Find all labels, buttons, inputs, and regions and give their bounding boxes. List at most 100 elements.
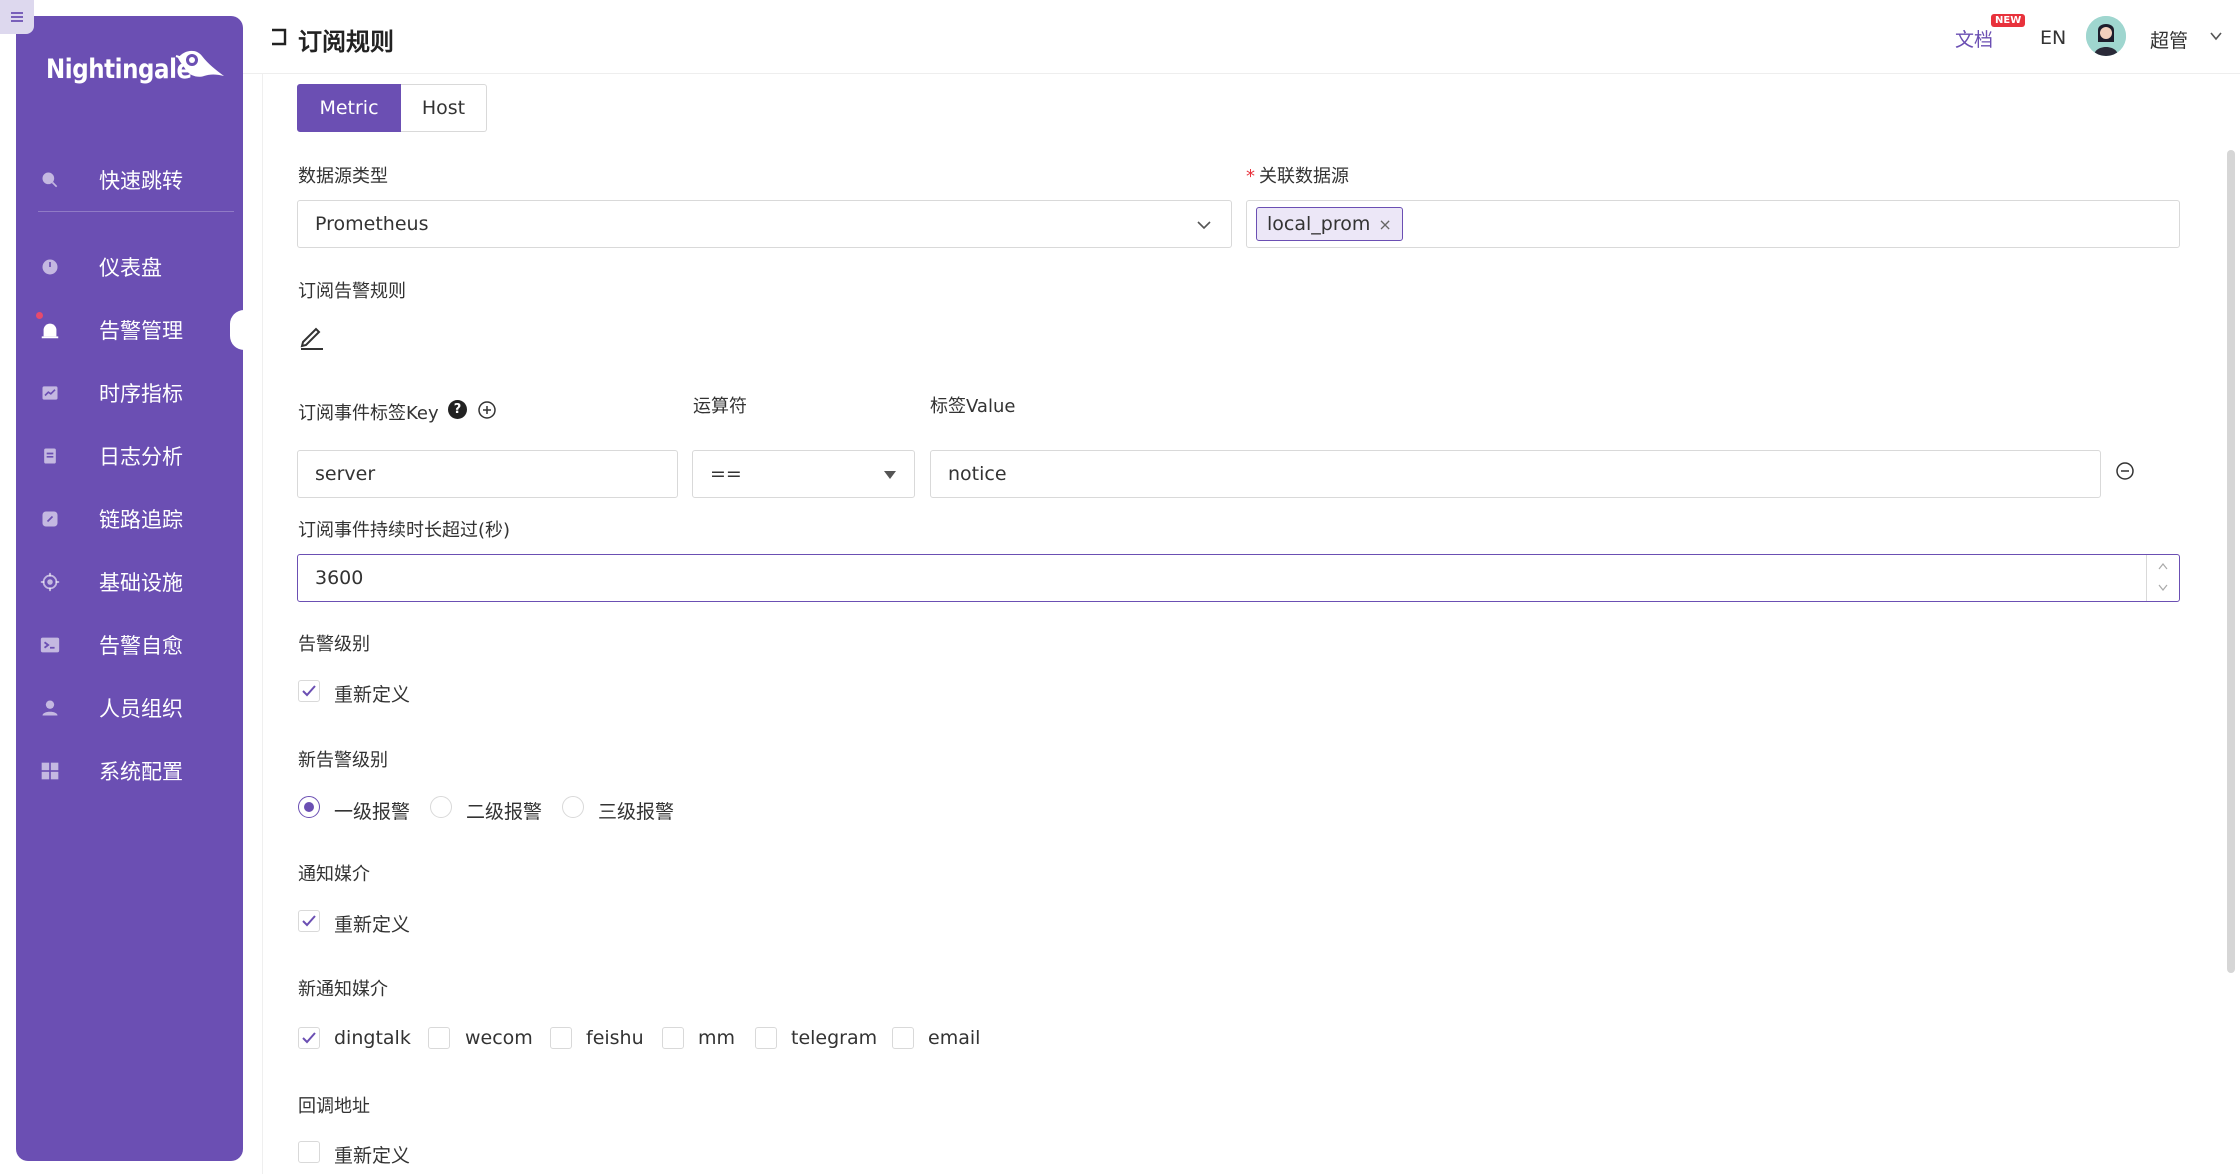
chart-icon [38,381,62,405]
callback-redefine-label: 重新定义 [334,1145,411,1167]
sidebar-item-label: 告警管理 [99,319,183,343]
datasource-tag-label: local_prom [1267,213,1371,235]
menu-icon [11,12,23,22]
search-icon [38,168,62,192]
severity-radio-3[interactable] [562,796,584,818]
media-checkbox-wecom[interactable] [428,1027,450,1049]
sidebar: Nightingale 快速跳转 仪表盘 告警管理 时序指标 日志分析 链路追踪… [16,16,244,1161]
severity-redefine-label: 重新定义 [334,684,411,706]
subscribe-rule-label: 订阅告警规则 [298,281,406,302]
sidebar-item-label: 日志分析 [99,445,183,469]
check-icon [302,1032,316,1044]
duration-input[interactable]: 3600 [297,554,2180,602]
sidebar-item-quick-jump[interactable]: 快速跳转 [16,152,243,208]
media-option-label: telegram [791,1027,878,1049]
tab-metric[interactable]: Metric [297,84,401,132]
related-datasource-select[interactable]: local_prom × [1246,200,2180,248]
menu-toggle-button[interactable] [0,0,34,34]
sidebar-item-tracing[interactable]: 链路追踪 [16,491,243,547]
avatar[interactable] [2086,16,2126,56]
dashboard-icon [38,255,62,279]
sidebar-item-label: 基础设施 [99,571,183,595]
notify-media-label: 通知媒介 [298,864,370,885]
new-notify-media-label: 新通知媒介 [298,979,388,1000]
sidebar-item-label: 链路追踪 [99,508,183,532]
user-name[interactable]: 超管 [2150,26,2188,53]
sidebar-item-self-healing[interactable]: 告警自愈 [16,617,243,673]
media-checkbox-telegram[interactable] [755,1027,777,1049]
sidebar-item-label: 系统配置 [99,760,183,784]
sidebar-item-log-analysis[interactable]: 日志分析 [16,428,243,484]
chevron-down-icon [1197,221,1211,230]
notify-media-redefine-label: 重新定义 [334,914,411,936]
number-stepper[interactable] [2146,555,2179,601]
severity-redefine-checkbox[interactable] [298,680,320,702]
top-header: 订阅规则 文档 NEW EN 超管 [243,0,2240,74]
sidebar-item-label: 时序指标 [99,382,183,406]
chevron-down-icon[interactable] [2157,583,2169,593]
sidebar-item-label: 快速跳转 [99,169,183,193]
back-icon[interactable] [268,26,290,48]
brand-name: Nightingale [46,54,192,85]
edit-icon[interactable] [298,322,326,350]
media-option-label: dingtalk [334,1027,411,1049]
severity-radio-2[interactable] [430,796,452,818]
grid-icon [38,759,62,783]
tag-key-input[interactable]: server [297,450,678,498]
sidebar-divider [38,211,234,212]
media-checkbox-mm[interactable] [662,1027,684,1049]
check-icon [302,685,316,697]
new-badge: NEW [1991,14,2026,27]
sidebar-item-infrastructure[interactable]: 基础设施 [16,554,243,610]
sidebar-item-system-config[interactable]: 系统配置 [16,743,243,799]
chevron-up-icon[interactable] [2157,561,2169,571]
chevron-down-icon[interactable] [2208,28,2224,44]
media-checkbox-email[interactable] [892,1027,914,1049]
media-option-label: email [928,1027,981,1049]
notify-media-redefine-checkbox[interactable] [298,910,320,932]
datasource-type-label: 数据源类型 [298,166,388,187]
operator-select[interactable]: == [692,450,915,498]
new-severity-label: 新告警级别 [298,750,388,771]
severity-radio-1[interactable] [298,796,320,818]
remove-circle-icon[interactable] [2115,461,2135,481]
media-checkbox-dingtalk[interactable] [298,1027,320,1049]
sidebar-item-label: 人员组织 [99,697,183,721]
sidebar-item-metrics[interactable]: 时序指标 [16,365,243,421]
tag-close-icon[interactable]: × [1378,215,1391,234]
vertical-scrollbar[interactable] [2227,150,2235,973]
brand-logo[interactable]: Nightingale [46,50,224,85]
sidebar-item-dashboard[interactable]: 仪表盘 [16,239,243,295]
tag-value-label: 标签Value [930,396,1016,417]
language-switch[interactable]: EN [2040,27,2066,49]
tag-key-value: server [315,463,376,485]
severity-label: 告警级别 [298,634,370,655]
callback-redefine-checkbox[interactable] [298,1141,320,1163]
page-title: 订阅规则 [298,28,394,56]
sidebar-item-alarm-management[interactable]: 告警管理 [16,302,244,358]
related-datasource-label: * 关联数据源 [1246,166,1349,187]
media-checkbox-feishu[interactable] [550,1027,572,1049]
tag-value-input[interactable]: notice [930,450,2101,498]
tag-key-label: 订阅事件标签Key [298,403,439,424]
sidebar-item-organization[interactable]: 人员组织 [16,680,243,736]
media-option-label: feishu [586,1027,644,1049]
media-option-label: mm [698,1027,736,1049]
caret-down-icon [884,471,896,479]
severity-option-label: 三级报警 [598,801,675,823]
help-icon[interactable]: ? [448,400,467,419]
datasource-type-value: Prometheus [315,213,429,235]
target-icon [38,570,62,594]
link-icon [38,507,62,531]
datasource-type-select[interactable]: Prometheus [297,200,1232,248]
sidebar-item-label: 仪表盘 [99,256,162,280]
duration-value: 3600 [315,567,364,589]
alarm-icon [38,318,62,342]
docs-link[interactable]: 文档 [1955,25,1993,52]
add-circle-icon[interactable] [477,400,497,420]
tab-host[interactable]: Host [401,84,487,132]
terminal-icon [38,633,62,657]
check-icon [302,915,316,927]
tag-value-value: notice [948,463,1007,485]
media-option-label: wecom [465,1027,533,1049]
